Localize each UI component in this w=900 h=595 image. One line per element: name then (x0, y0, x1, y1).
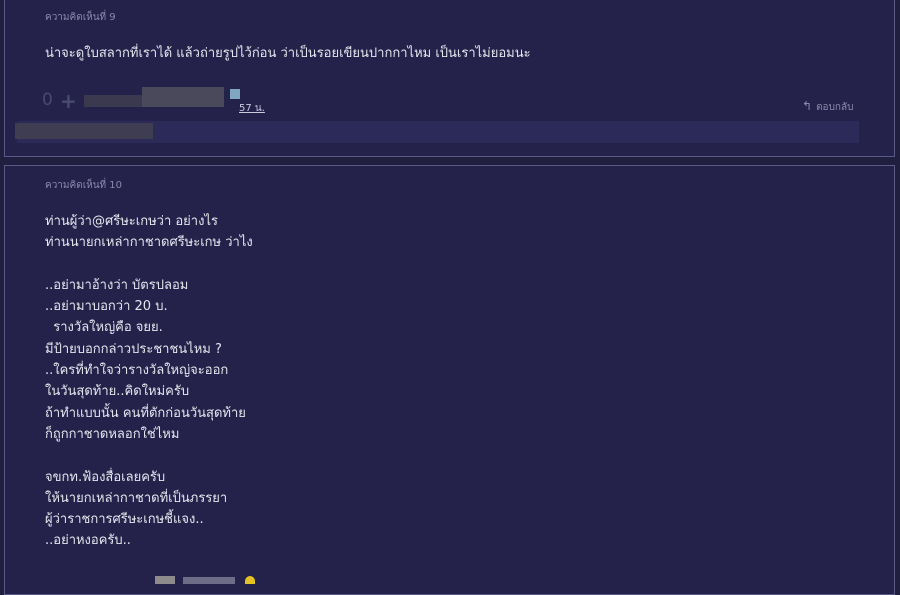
comment-line: ก็ถูกกาชาดหลอกใช่ไหม (45, 426, 180, 442)
comment-line: ผู้ว่าราชการศรีษะเกษชี้แจง.. (45, 512, 204, 528)
comment-line: ..ใครที่ทำใจว่ารางวัลใหญ่จะออก (45, 363, 229, 379)
comment-line (45, 445, 253, 466)
comment-line: ..อย่ามาบอกว่า 20 บ. (45, 299, 168, 315)
reply-arrow-icon: ↰ (802, 99, 813, 113)
redacted-reply-text (15, 123, 153, 139)
comment-line: น่าจะดูใบสลากที่เราได้ แล้วถ่ายรูปไว้ก่อ… (45, 46, 531, 61)
comment-body: น่าจะดูใบสลากที่เราได้ แล้วถ่ายรูปไว้ก่อ… (45, 43, 531, 64)
comment-number: ความคิดเห็นที่ 9 (45, 12, 116, 23)
comment-line: ท่านนายกเหล่ากาชาดศรีษะเกษ ว่าไง (45, 235, 253, 251)
comment-time[interactable]: 57 น. (239, 101, 265, 116)
comment-line: ท่านผู้ว่า@ศรีษะเกษว่า อย่างไร (45, 214, 218, 229)
comment-line: ให้นายกเหล่ากาชาดที่เป็นภรรยา (45, 490, 228, 506)
redacted-username (183, 577, 235, 584)
comment-line: จขกท.ฟ้องสื่อเลยครับ (45, 469, 166, 485)
redacted-avatar (142, 87, 224, 107)
comment-line: ในวันสุดท้าย..คิดใหม่ครับ (45, 384, 190, 400)
member-badge-icon (230, 89, 240, 99)
comment-footer: 0 + 57 น. ↰ ตอบกลับ (42, 87, 862, 117)
comment-body: ท่านผู้ว่า@ศรีษะเกษว่า อย่างไร ท่านนายกเ… (45, 211, 253, 552)
emoji-icon (245, 576, 255, 584)
reply-button[interactable]: ↰ ตอบกลับ (802, 99, 853, 115)
comment-line: ..อย่ามาอ้างว่า บัตรปลอม (45, 277, 189, 293)
reply-label: ตอบกลับ (816, 102, 854, 113)
comment-9: ความคิดเห็นที่ 9 น่าจะดูใบสลากที่เราได้ … (4, 0, 895, 157)
comment-line (45, 254, 253, 275)
comment-line: ..อย่าหงอครับ.. (45, 533, 131, 549)
comment-line: รางวัลใหญ่คือ จยย. (45, 320, 163, 336)
vote-count: 0 (42, 90, 53, 110)
comment-10: ความคิดเห็นที่ 10 ท่านผู้ว่า@ศรีษะเกษว่า… (4, 165, 895, 595)
comment-line: ถ้าทำแบบนั้น คนที่ตักก่อนวันสุดท้าย (45, 405, 246, 421)
avatar (155, 576, 175, 584)
comment-number: ความคิดเห็นที่ 10 (45, 180, 123, 191)
plus-vote-icon[interactable]: + (60, 89, 77, 113)
comment-line: มีป้ายบอกกล่าวประชาชนไหม ? (45, 341, 222, 357)
